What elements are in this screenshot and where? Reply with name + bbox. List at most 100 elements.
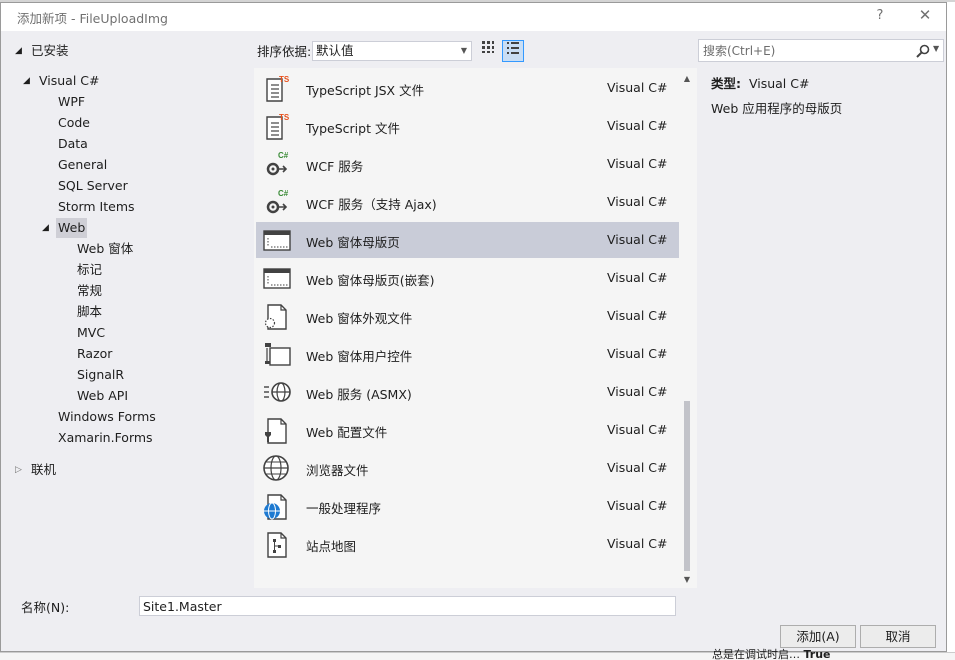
details-type: 类型: Visual C#	[711, 73, 809, 92]
template-item-language: Visual C#	[607, 80, 668, 95]
name-input[interactable]	[139, 596, 676, 616]
add-new-item-dialog: 添加新项 - FileUploadImg ? ✕ ◢ 已安装 ◢ Visual C# W…	[0, 2, 947, 652]
template-item[interactable]: TS TypeScript JSX 文件 Visual C#	[256, 70, 679, 106]
collapse-arrow-icon[interactable]: ◢	[42, 218, 54, 238]
template-item[interactable]: Web 窗体母版页(嵌套) Visual C#	[256, 260, 679, 296]
template-item-name: TypeScript JSX 文件	[306, 83, 425, 98]
tree-item-xamarin-forms[interactable]: Xamarin.Forms	[1, 428, 251, 448]
add-button[interactable]: 添加(A)	[780, 625, 856, 648]
details-type-label: 类型:	[711, 76, 741, 91]
tree-item-online[interactable]: ▷ 联机	[1, 460, 251, 480]
template-item[interactable]: TS TypeScript 文件 Visual C#	[256, 108, 679, 144]
svg-text:C#: C#	[278, 189, 289, 198]
template-item[interactable]: 一般处理程序 Visual C#	[256, 488, 679, 524]
tree-item-label: Windows Forms	[58, 409, 156, 424]
template-item-name: 站点地图	[306, 539, 357, 554]
template-item[interactable]: C# WCF 服务（支持 Ajax) Visual C#	[256, 184, 679, 220]
grid-view-button[interactable]	[477, 40, 499, 62]
list-view-button[interactable]	[502, 40, 524, 62]
tree-item-installed[interactable]: ◢ 已安装	[1, 41, 251, 61]
collapse-arrow-icon[interactable]: ◢	[15, 41, 27, 61]
tree-item-mvc[interactable]: MVC	[1, 323, 251, 343]
template-item-language: Visual C#	[607, 118, 668, 133]
template-item-language: Visual C#	[607, 498, 668, 513]
tree-item-windows-forms[interactable]: Windows Forms	[1, 407, 251, 427]
template-item[interactable]: Web 窗体外观文件 Visual C#	[256, 298, 679, 334]
master-page-icon	[262, 226, 292, 254]
tree-item-sql-server[interactable]: SQL Server	[1, 176, 251, 196]
svg-text:TS: TS	[279, 113, 290, 122]
template-item[interactable]: Web 服务 (ASMX) Visual C#	[256, 374, 679, 410]
sort-dropdown-value: 默认值	[316, 43, 354, 58]
sort-dropdown[interactable]: 默认值 ▼	[312, 41, 472, 61]
scroll-thumb[interactable]	[684, 401, 690, 571]
scroll-up-icon[interactable]: ▲	[680, 72, 694, 86]
search-input[interactable]	[699, 40, 899, 61]
dialog-title: 添加新项 - FileUploadImg	[17, 11, 168, 26]
tree-item-web-api[interactable]: Web API	[1, 386, 251, 406]
sitemap-icon	[262, 530, 292, 558]
chevron-down-icon: ▼	[460, 46, 467, 55]
tree-item-label: SQL Server	[58, 178, 128, 193]
help-button[interactable]: ?	[865, 8, 895, 30]
tree-item-web[interactable]: ◢ Web	[1, 218, 251, 238]
template-item[interactable]: 浏览器文件 Visual C#	[256, 450, 679, 486]
template-item[interactable]: 站点地图 Visual C#	[256, 526, 679, 562]
scroll-down-icon[interactable]: ▼	[680, 573, 694, 587]
wcf-service-icon: C#	[262, 150, 292, 178]
tree-item-label: 脚本	[77, 304, 103, 319]
search-options-chevron-icon[interactable]: ▼	[933, 44, 939, 53]
close-button[interactable]: ✕	[910, 6, 940, 28]
tree-item-label: 常规	[77, 283, 103, 298]
template-item-name: WCF 服务	[306, 159, 364, 174]
tree-item-label: SignalR	[77, 367, 125, 382]
tree-item-label: 已安装	[31, 43, 69, 58]
template-item-name: Web 窗体母版页	[306, 235, 400, 250]
template-item-language: Visual C#	[607, 270, 668, 285]
tree-item-general-web[interactable]: 常规	[1, 281, 251, 301]
template-item[interactable]: Web 窗体用户控件 Visual C#	[256, 336, 679, 372]
web-config-icon	[262, 416, 292, 444]
svg-text:C#: C#	[278, 151, 289, 160]
tree-item-storm-items[interactable]: Storm Items	[1, 197, 251, 217]
tree-item-code[interactable]: Code	[1, 113, 251, 133]
user-control-icon	[262, 340, 292, 368]
tree-item-label: WPF	[58, 94, 86, 109]
tree-item-label: Web 窗体	[77, 241, 134, 256]
tree-item-visual-csharp[interactable]: ◢ Visual C#	[1, 71, 251, 91]
template-item[interactable]: C# WCF 服务 Visual C#	[256, 146, 679, 182]
tree-item-razor[interactable]: Razor	[1, 344, 251, 364]
tree-item-signalr[interactable]: SignalR	[1, 365, 251, 385]
template-item-name: WCF 服务（支持 Ajax)	[306, 197, 437, 212]
details-type-value: Visual C#	[748, 76, 810, 91]
tree-item-general[interactable]: General	[1, 155, 251, 175]
background-property-row: 总是在调试时启… True	[712, 646, 831, 660]
template-item-language: Visual C#	[607, 232, 668, 247]
template-list-scrollbar[interactable]: ▲ ▼	[680, 68, 694, 588]
template-item-language: Visual C#	[607, 384, 668, 399]
template-item[interactable]: Web 窗体母版页 Visual C#	[256, 222, 679, 258]
tree-item-data[interactable]: Data	[1, 134, 251, 154]
template-item-language: Visual C#	[607, 346, 668, 361]
template-item-language: Visual C#	[607, 194, 668, 209]
tree-item-scripts[interactable]: 脚本	[1, 302, 251, 322]
browser-file-icon	[262, 454, 292, 482]
background-property-text: 总是在调试时启…	[712, 648, 800, 660]
tree-item-web-forms[interactable]: Web 窗体	[1, 239, 251, 259]
name-label: 名称(N):	[21, 600, 70, 615]
tree-item-label: MVC	[77, 325, 106, 340]
template-item-language: Visual C#	[607, 308, 668, 323]
tree-item-wpf[interactable]: WPF	[1, 92, 251, 112]
collapse-arrow-icon[interactable]: ◢	[23, 71, 35, 91]
template-item[interactable]: Web 配置文件 Visual C#	[256, 412, 679, 448]
search-icon[interactable]	[915, 43, 931, 59]
web-service-icon	[262, 378, 292, 406]
tree-item-markup[interactable]: 标记	[1, 260, 251, 280]
expand-arrow-icon[interactable]: ▷	[15, 460, 27, 480]
template-item-name: Web 窗体母版页(嵌套)	[306, 273, 435, 288]
search-box[interactable]: ▼	[698, 39, 944, 62]
cancel-button[interactable]: 取消	[860, 625, 936, 648]
tree-item-label: Data	[58, 136, 88, 151]
template-item-name: 一般处理程序	[306, 501, 382, 516]
tree-item-label: 标记	[77, 262, 103, 277]
